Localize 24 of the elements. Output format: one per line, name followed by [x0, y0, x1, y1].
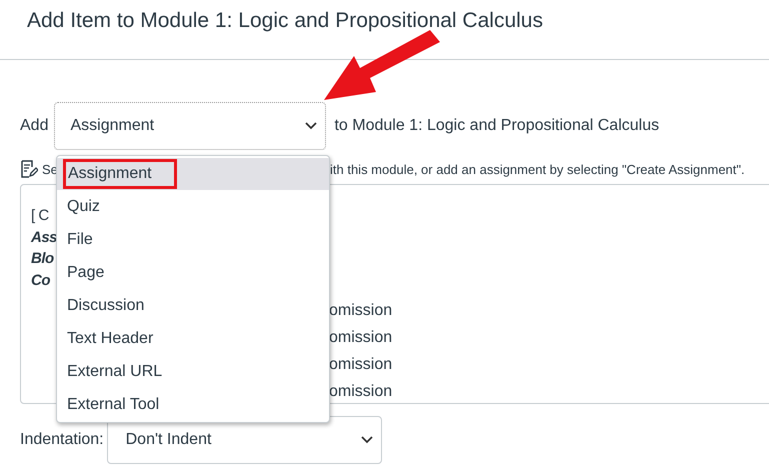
list-item-text: omission: [329, 329, 392, 347]
add-label: Add: [20, 117, 48, 135]
indentation-label: Indentation:: [20, 431, 104, 449]
menu-option[interactable]: Page: [57, 256, 329, 289]
dialog-title: Add Item to Module 1: Logic and Propositional Calculus: [26, 8, 544, 34]
menu-option[interactable]: Discussion: [57, 289, 329, 322]
chevron-down-icon: [305, 122, 318, 130]
description-text: ith this module, or add an assignment by selecting "Create Assignment".: [330, 162, 745, 176]
list-item-text: omission: [329, 356, 392, 374]
list-item-text: Blo: [31, 250, 54, 269]
menu-option[interactable]: Assignment: [57, 158, 329, 190]
list-item-text: Co: [31, 272, 50, 290]
chevron-down-icon: [360, 436, 373, 444]
menu-option[interactable]: External URL: [57, 355, 329, 388]
menu-option[interactable]: File: [57, 223, 329, 256]
document-edit-icon: [20, 160, 38, 178]
type-select[interactable]: Assignment: [54, 102, 326, 150]
menu-option[interactable]: Quiz: [57, 190, 329, 223]
list-item-text: omission: [329, 302, 392, 320]
list-item-text: Ass: [31, 228, 58, 248]
module-text: to Module 1: Logic and Propositional Calculus: [334, 117, 660, 135]
list-item-text: [ C: [31, 207, 49, 226]
list-item-text: omission: [329, 383, 392, 401]
menu-option[interactable]: Text Header: [57, 322, 329, 355]
